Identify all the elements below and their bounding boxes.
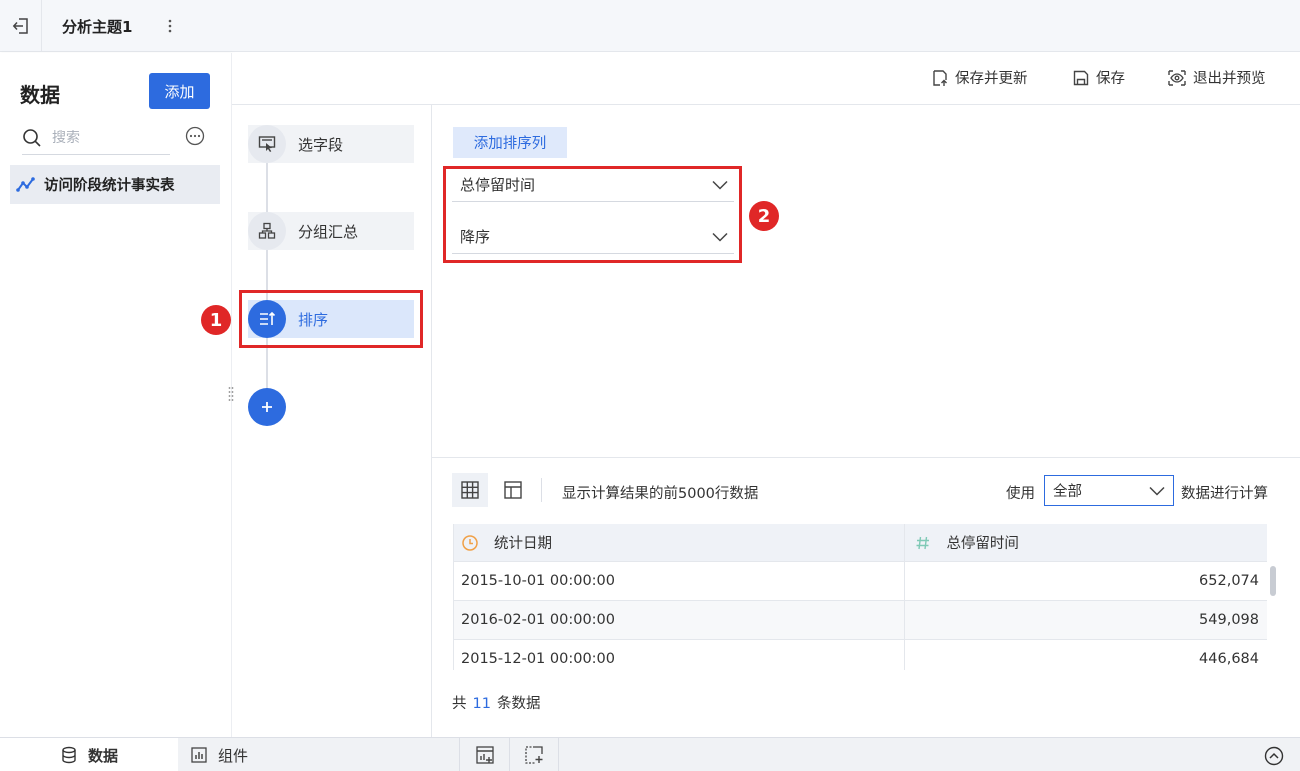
save-label: 保存: [1096, 71, 1125, 87]
table-row: 2015-10-01 00:00:00 652,074: [454, 562, 1267, 601]
step-group-summary[interactable]: 分组汇总: [248, 212, 414, 250]
top-bar: 分析主题1: [0, 0, 1300, 52]
preview-eye-icon: [1168, 69, 1186, 86]
database-icon: [62, 746, 76, 764]
exit-and-preview-button[interactable]: 退出并预览: [1167, 67, 1266, 88]
cell-date: 2015-10-01 00:00:00: [454, 562, 906, 600]
column-header-label: 总停留时间: [946, 536, 1019, 552]
step-label: 选字段: [298, 135, 344, 154]
layout-view-icon: [504, 481, 522, 499]
cell-duration: 549,098: [1199, 612, 1259, 628]
cell-duration: 446,684: [1199, 651, 1259, 667]
column-header-date[interactable]: 统计日期: [454, 524, 906, 561]
panel-title: 数据: [20, 83, 60, 107]
column-header-duration[interactable]: 总停留时间: [905, 524, 1267, 561]
table-row: 2016-02-01 00:00:00 549,098: [454, 601, 1267, 640]
line-chart-icon: [16, 176, 35, 192]
annotation-badge-2: 2: [749, 201, 779, 231]
save-update-icon: [933, 69, 947, 86]
add-dashboard-button[interactable]: [509, 738, 559, 771]
more-vertical-icon[interactable]: [162, 16, 178, 36]
row-count-number: 11: [472, 696, 491, 712]
tab-component[interactable]: 组件: [190, 738, 248, 771]
clock-icon: [462, 534, 478, 551]
grid-view-icon: [461, 481, 479, 499]
column-header-label: 统计日期: [494, 536, 552, 552]
table-row: 2015-12-01 00:00:00 446,684: [454, 640, 1267, 670]
calc-label: 数据进行计算: [1181, 486, 1268, 502]
search-icon: [23, 128, 41, 147]
add-data-button[interactable]: 添加: [149, 73, 210, 109]
save-button[interactable]: 保存: [1072, 67, 1125, 88]
row-count: 共 11 条数据: [452, 692, 540, 713]
collapse-up-icon[interactable]: [1264, 746, 1284, 766]
add-chart-icon: [475, 746, 494, 764]
hash-icon: [916, 536, 930, 549]
bar-chart-icon: [191, 747, 207, 763]
step-label: 分组汇总: [298, 222, 359, 241]
search-input[interactable]: [52, 129, 162, 146]
chevron-down-icon: [712, 180, 728, 190]
cell-date: 2015-12-01 00:00:00: [454, 640, 906, 670]
bottom-bar: 数据 组件: [0, 737, 1300, 771]
search-box: [22, 121, 170, 155]
calc-scope-value: 全部: [1053, 484, 1082, 500]
sort-field-select[interactable]: 总停留时间: [452, 168, 734, 202]
steps-timeline: [266, 145, 268, 407]
chevron-down-icon: [712, 232, 728, 242]
action-bar: 保存并更新 保存 退出并预览: [232, 53, 1300, 105]
table-header: 统计日期 总停留时间: [454, 524, 1267, 562]
step-select-fields[interactable]: 选字段: [248, 125, 414, 163]
cell-duration: 652,074: [1199, 573, 1259, 589]
grid-view-button[interactable]: [452, 473, 488, 507]
annotation-badge-1: 1: [201, 305, 231, 335]
sort-order-value: 降序: [460, 228, 491, 246]
data-table-name: 访问阶段统计事实表: [44, 178, 175, 194]
select-field-icon: [248, 125, 286, 163]
add-sort-column-button[interactable]: 添加排序列: [453, 127, 567, 158]
tab-label: 组件: [218, 746, 249, 765]
sort-order-select[interactable]: 降序: [452, 220, 734, 254]
chevron-down-icon: [1149, 486, 1165, 496]
row-count-prefix: 共: [452, 696, 467, 712]
data-table-item[interactable]: 访问阶段统计事实表: [10, 165, 220, 204]
more-options-icon[interactable]: [185, 126, 205, 146]
calc-scope-select[interactable]: 全部: [1044, 475, 1174, 506]
preview-note: 显示计算结果的前5000行数据: [562, 486, 759, 502]
panel-resize-handle-icon[interactable]: [228, 386, 234, 402]
exit-preview-label: 退出并预览: [1193, 71, 1266, 87]
save-update-label: 保存并更新: [955, 71, 1028, 87]
annotation-highlight-1: [239, 290, 423, 348]
plus-icon: [262, 402, 272, 412]
tab-data[interactable]: 数据: [0, 738, 178, 771]
sort-field-value: 总停留时间: [460, 176, 536, 194]
row-count-suffix: 条数据: [496, 696, 541, 712]
topic-title: 分析主题1: [62, 18, 133, 36]
add-component-button[interactable]: [459, 738, 509, 771]
group-summary-icon: [248, 212, 286, 250]
add-step-button[interactable]: [248, 388, 286, 426]
exit-icon: [12, 18, 28, 34]
save-icon: [1073, 70, 1089, 85]
exit-button[interactable]: [0, 0, 42, 52]
add-dashboard-icon: [525, 746, 543, 764]
data-panel: 数据 添加 访问阶段统计事实表: [0, 53, 232, 737]
preview-table: 统计日期 总停留时间 2015-10-01 00:00:00 652,074 2…: [453, 524, 1267, 670]
tab-label: 数据: [88, 746, 119, 765]
table-scrollbar[interactable]: [1270, 566, 1276, 596]
use-label: 使用: [1006, 486, 1035, 502]
cell-date: 2016-02-01 00:00:00: [454, 601, 906, 639]
preview-divider: [432, 457, 1300, 458]
layout-view-button[interactable]: [495, 473, 531, 507]
toolbar-divider: [541, 478, 542, 502]
save-and-update-button[interactable]: 保存并更新: [931, 67, 1028, 88]
